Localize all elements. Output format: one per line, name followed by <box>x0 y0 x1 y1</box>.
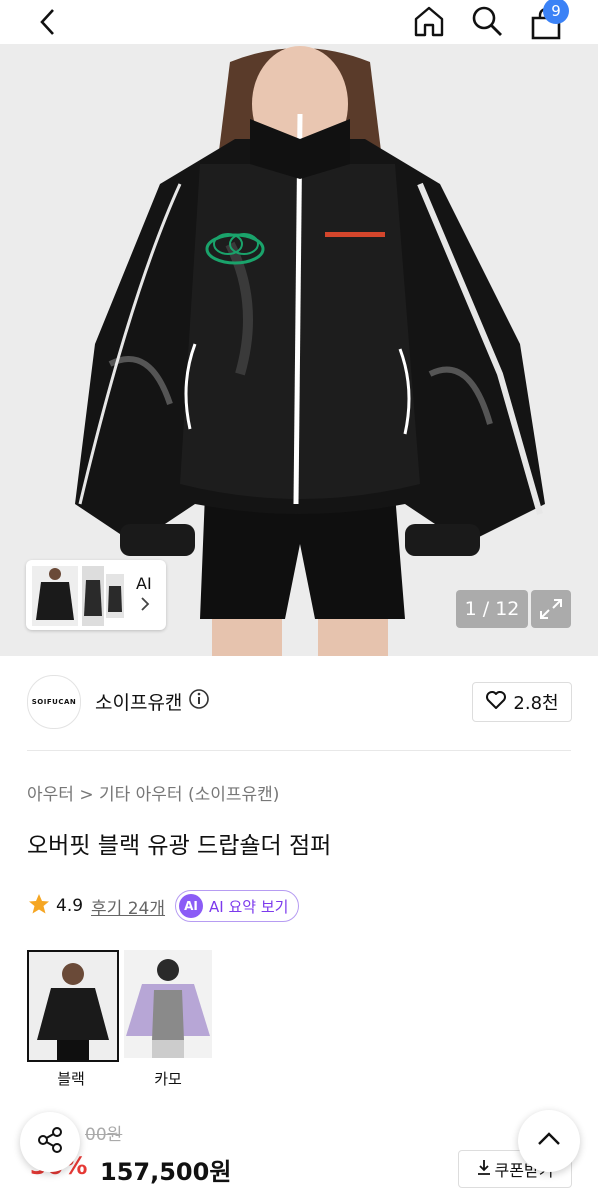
color-swatch-camo[interactable] <box>124 950 212 1058</box>
brand-name-link[interactable]: 소이프유캔 <box>95 688 210 715</box>
scroll-top-button[interactable] <box>518 1110 580 1172</box>
reviews-link[interactable]: 후기 24개 <box>91 894 165 919</box>
back-icon[interactable] <box>30 4 66 40</box>
rating-row: 4.9 후기 24개 AI AI 요약 보기 <box>27 890 300 922</box>
sale-price: 157,500원 <box>100 1158 232 1186</box>
thumbnail-ai-label: AI <box>136 574 152 593</box>
product-title: 오버핏 블랙 유광 드랍숄더 점퍼 <box>27 833 332 859</box>
color-swatch-black[interactable] <box>27 950 119 1062</box>
heart-icon <box>485 690 507 715</box>
color-label-black: 블랙 <box>57 1070 85 1088</box>
original-price: 00원 <box>85 1125 123 1145</box>
search-icon[interactable] <box>468 2 506 40</box>
chevron-up-icon <box>536 1131 562 1151</box>
like-count: 2.8천 <box>513 693 559 714</box>
color-label-camo: 카모 <box>154 1070 182 1088</box>
ai-summary-label: AI 요약 보기 <box>209 897 289 916</box>
ai-icon: AI <box>179 894 204 918</box>
home-icon[interactable] <box>410 2 448 40</box>
top-bar: 9 <box>0 0 598 44</box>
image-counter: 1 / 12 <box>456 590 528 628</box>
share-icon <box>35 1125 65 1159</box>
thumbnail-strip[interactable]: AI <box>26 560 166 630</box>
info-icon[interactable] <box>188 688 210 715</box>
divider <box>27 750 571 751</box>
expand-icon[interactable] <box>531 590 571 628</box>
share-button[interactable] <box>20 1112 80 1172</box>
download-icon <box>477 1159 491 1179</box>
ai-summary-button[interactable]: AI AI 요약 보기 <box>175 890 300 922</box>
like-button[interactable]: 2.8천 <box>472 682 572 722</box>
brand-name: 소이프유캔 <box>95 692 183 714</box>
brand-logo[interactable]: SOIFUCAN <box>27 675 81 729</box>
star-icon <box>27 892 51 921</box>
breadcrumb[interactable]: 아우터 > 기타 아우터 (소이프유캔) <box>27 780 279 805</box>
cart-count-badge: 9 <box>543 0 569 24</box>
rating-value: 4.9 <box>56 896 84 916</box>
chevron-right-icon <box>140 596 150 616</box>
